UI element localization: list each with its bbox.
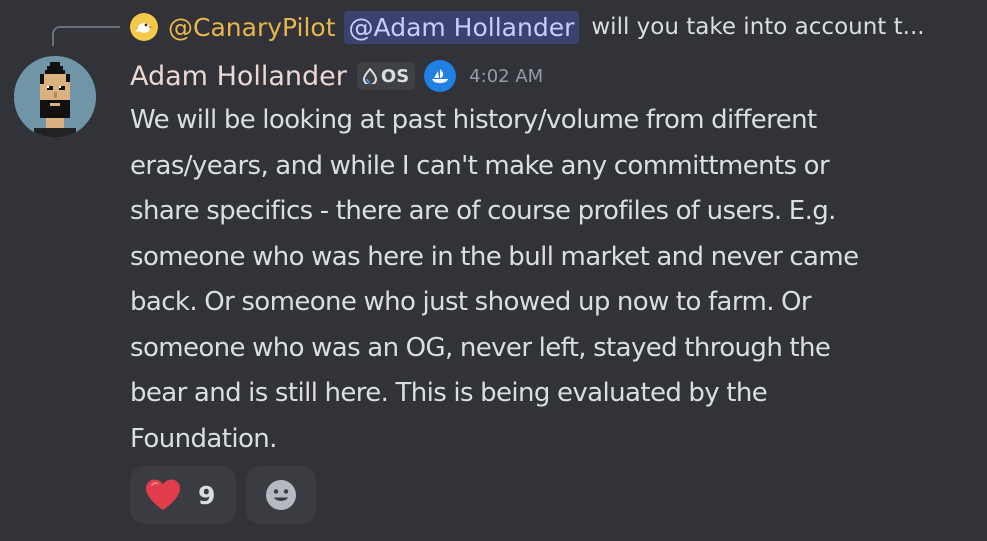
message-header: Adam Hollander OS 4:02 AM — [130, 57, 543, 95]
reply-preview[interactable]: @CanaryPilot @Adam Hollander will you ta… — [130, 8, 925, 46]
timestamp[interactable]: 4:02 AM — [469, 66, 543, 87]
message-line: We will be looking at past history/volum… — [130, 105, 817, 135]
reply-connector-line — [52, 26, 120, 46]
message-line: share specifics - there are of course pr… — [130, 196, 836, 226]
message-line: someone who was an OG, never left, staye… — [130, 332, 831, 363]
reply-mention[interactable]: @Adam Hollander — [343, 10, 580, 44]
role-tag[interactable]: OS — [356, 62, 416, 90]
chat-message: @CanaryPilot @Adam Hollander will you ta… — [0, 0, 987, 541]
add-reaction-button[interactable] — [246, 466, 316, 524]
drop-icon — [362, 68, 377, 84]
add-reaction-icon — [266, 480, 296, 510]
opensea-ship-icon — [432, 69, 449, 83]
author-name[interactable]: Adam Hollander — [130, 61, 347, 92]
pixel-punk-avatar-icon — [14, 56, 96, 138]
message-line: someone who was here in the bull market … — [130, 241, 859, 272]
heart-icon — [146, 479, 180, 510]
message-line: Foundation. — [130, 423, 277, 454]
avatar[interactable] — [14, 56, 96, 138]
message-line: bear and is still here. This is being ev… — [130, 378, 768, 408]
heart-reaction-button[interactable]: 9 — [130, 466, 236, 524]
message-line: eras/years, and while I can't make any c… — [130, 150, 830, 181]
reply-preview-text[interactable]: will you take into account t... — [591, 14, 924, 40]
canary-bird-icon — [135, 23, 153, 33]
role-tag-label: OS — [380, 65, 410, 87]
message-body: We will be looking at past history/volum… — [130, 98, 970, 462]
opensea-badge[interactable] — [424, 60, 457, 92]
message-line: back. Or someone who just showed up now … — [130, 287, 812, 317]
reactions-bar: 9 — [130, 466, 316, 524]
reply-author-avatar[interactable] — [130, 13, 158, 41]
reply-author-name[interactable]: @CanaryPilot — [168, 13, 336, 42]
reaction-count: 9 — [198, 480, 216, 510]
